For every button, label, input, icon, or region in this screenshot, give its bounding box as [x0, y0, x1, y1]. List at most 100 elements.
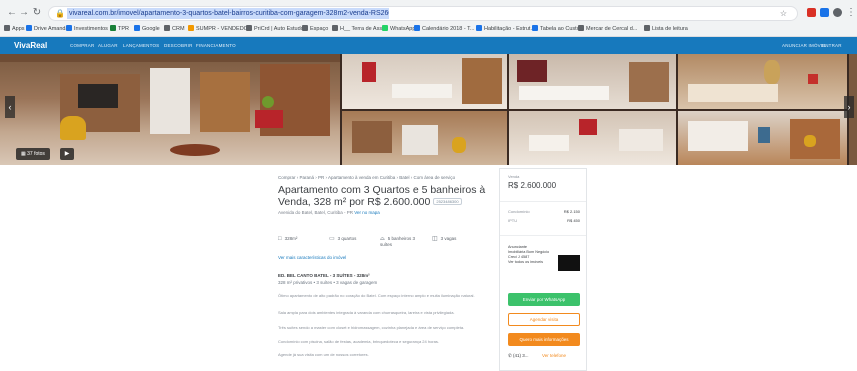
forward-icon[interactable]: →	[18, 7, 30, 19]
bookmark-label: Tabela ao Custo	[540, 26, 580, 32]
gallery-prev-icon[interactable]: ‹	[5, 96, 15, 118]
bookmark-label: PriCrd | Auto Estudo	[254, 26, 304, 32]
description-line: Condomínio com piscina, salão de festas,…	[278, 339, 439, 344]
advertiser-link[interactable]: Ver todos os imóveis	[508, 260, 554, 265]
url-text[interactable]: vivareal.com.br/imovel/apartamento-3-qua…	[67, 8, 389, 19]
browser-chrome: ← → ↻ 🔒 vivareal.com.br/imovel/apartamen…	[0, 0, 857, 37]
phone-number: ✆ (41) 3...	[508, 353, 529, 358]
bookmark-item[interactable]: SUMPR - VENDEDO...	[188, 24, 253, 34]
advertiser-logo[interactable]	[558, 255, 580, 271]
bookmark-favicon-icon	[532, 25, 538, 31]
bookmark-item[interactable]: Drive Amanda	[26, 24, 69, 34]
bookmark-item[interactable]: Habilitação - Estrut...	[476, 24, 535, 34]
price-label: Venda	[508, 174, 520, 179]
gallery-photo[interactable]	[678, 54, 847, 109]
nav-alugar[interactable]: ALUGAR	[98, 41, 118, 50]
bookmark-favicon-icon	[644, 25, 650, 31]
nav-descobrir[interactable]: DESCOBRIR	[164, 41, 193, 50]
whatsapp-button[interactable]: Enviar por WhatsApp	[508, 293, 580, 306]
description-subtitle: 328 m² privativos • 3 suítes • 3 vagas d…	[278, 280, 378, 285]
star-icon[interactable]: ☆	[780, 9, 787, 19]
bookmark-item[interactable]: WhatsApp	[382, 24, 415, 34]
nav-lancamentos[interactable]: LANÇAMENTOS	[123, 41, 159, 50]
feature-parking: ◫ 3 vagas	[432, 236, 457, 242]
schedule-visit-button[interactable]: Agendar visita	[508, 313, 580, 326]
advertiser-name[interactable]: Imobiliária Bom Negócio Creci J 4587	[508, 250, 554, 260]
condo-fee: Condomínio R$ 2.150	[508, 209, 580, 214]
bookmark-item[interactable]: CRM	[164, 24, 185, 34]
bookmark-label: Apps	[12, 26, 25, 32]
bookmark-item[interactable]: Calendário 2018 - T...	[414, 24, 475, 34]
bookmark-item[interactable]: Lista de leitura	[644, 24, 688, 34]
map-link[interactable]: Ver no mapa	[354, 210, 380, 215]
bookmark-favicon-icon	[4, 25, 10, 31]
site-logo[interactable]: VivaReal	[14, 40, 47, 51]
bookmark-item[interactable]: Apps	[4, 24, 25, 34]
price-value: R$ 2.600.000	[508, 181, 557, 190]
gallery-photo[interactable]	[342, 54, 507, 109]
bookmark-label: WhatsApp	[390, 26, 416, 32]
bookmark-label: Espaço	[310, 26, 329, 32]
price-card: Venda R$ 2.600.000 Condomínio R$ 2.150 IP…	[499, 168, 587, 371]
address-bar[interactable]: 🔒 vivareal.com.br/imovel/apartamento-3-q…	[48, 6, 798, 21]
lock-icon: 🔒	[55, 9, 65, 18]
photo-count-button[interactable]: ▦ 37 fotos	[16, 148, 50, 160]
car-icon: ◫	[432, 236, 438, 242]
bookmark-favicon-icon	[476, 25, 482, 31]
bookmark-label: Habilitação - Estrut...	[484, 26, 536, 32]
listing-address: Avenida do Batel, Batel, Curitiba - PR V…	[278, 210, 488, 216]
photo-count-label: 37 fotos	[27, 151, 45, 157]
bookmark-label: Calendário 2018 - T...	[422, 26, 475, 32]
video-button[interactable]: ▶	[60, 148, 74, 160]
area-icon: □	[278, 236, 282, 242]
bookmark-label: TPR	[118, 26, 129, 32]
back-icon[interactable]: ←	[6, 7, 18, 19]
bookmark-favicon-icon	[134, 25, 140, 31]
description-line: Sala ampla para dois ambientes integrada…	[278, 310, 455, 315]
gallery-next-icon[interactable]: ›	[844, 96, 854, 118]
features-link[interactable]: Ver mais características do imóvel	[278, 255, 346, 261]
nav-comprar[interactable]: COMPRAR	[70, 41, 94, 50]
gallery-photo[interactable]	[678, 111, 847, 165]
bookmark-favicon-icon	[302, 25, 308, 31]
listing-title: Apartamento com 3 Quartos e 5 banheiros …	[278, 184, 490, 208]
divider	[500, 235, 586, 236]
bookmark-favicon-icon	[66, 25, 72, 31]
gallery-photo[interactable]	[342, 111, 507, 165]
gallery-photo[interactable]	[509, 54, 676, 109]
bookmark-item[interactable]: PriCrd | Auto Estudo	[246, 24, 304, 34]
bookmark-label: CRM	[172, 26, 185, 32]
reload-icon[interactable]: ↻	[31, 7, 43, 19]
bookmark-favicon-icon	[110, 25, 116, 31]
bookmarks-bar: Apps Drive Amanda Investimentos TPR Google CR…	[0, 23, 857, 36]
bookmark-item[interactable]: TPR	[110, 24, 129, 34]
description-line: Agende já sua visita com um de nossos co…	[278, 352, 369, 357]
show-phone-link[interactable]: Ver telefone	[542, 353, 566, 359]
divider	[500, 201, 586, 202]
bookmark-label: Google	[142, 26, 160, 32]
photo-gallery[interactable]	[0, 54, 857, 165]
description-title: ED. BEL CANTO BATEL - 3 SUÍTES - 328m²	[278, 273, 370, 278]
iptu-fee: IPTU R$ 450	[508, 218, 580, 223]
bookmark-favicon-icon	[188, 25, 194, 31]
bookmark-item[interactable]: Tabela ao Custo	[532, 24, 580, 34]
nav-financiamento[interactable]: FINANCIAMENTO	[196, 41, 236, 50]
extension-icon[interactable]	[820, 8, 829, 17]
bookmark-item[interactable]: Investimentos	[66, 24, 108, 34]
bookmark-item[interactable]: Espaço	[302, 24, 328, 34]
gallery-photo[interactable]	[509, 111, 676, 165]
bookmark-label: Mercar de Cercal d...	[586, 26, 638, 32]
bookmark-item[interactable]: Mercar de Cercal d...	[578, 24, 637, 34]
bookmark-item[interactable]: H__ Terra de Ass...	[332, 24, 387, 34]
nav-anunciar[interactable]: ANUNCIAR IMÓVEL	[782, 41, 827, 50]
breadcrumb[interactable]: Comprar › Paraná › PR › Apartamento à ve…	[278, 175, 455, 181]
bookmark-item[interactable]: Google	[134, 24, 160, 34]
nav-entrar[interactable]: ENTRAR	[822, 41, 842, 50]
more-info-button[interactable]: Quero mais informações	[508, 333, 580, 346]
gallery-photo-main[interactable]	[0, 54, 340, 165]
description-line: Ótimo apartamento de alto padrão no cora…	[278, 293, 475, 298]
menu-icon[interactable]: ⋮	[845, 7, 857, 19]
extension-icon[interactable]	[807, 8, 816, 17]
bookmark-label: H__ Terra de Ass...	[340, 26, 387, 32]
profile-icon[interactable]	[833, 8, 842, 17]
